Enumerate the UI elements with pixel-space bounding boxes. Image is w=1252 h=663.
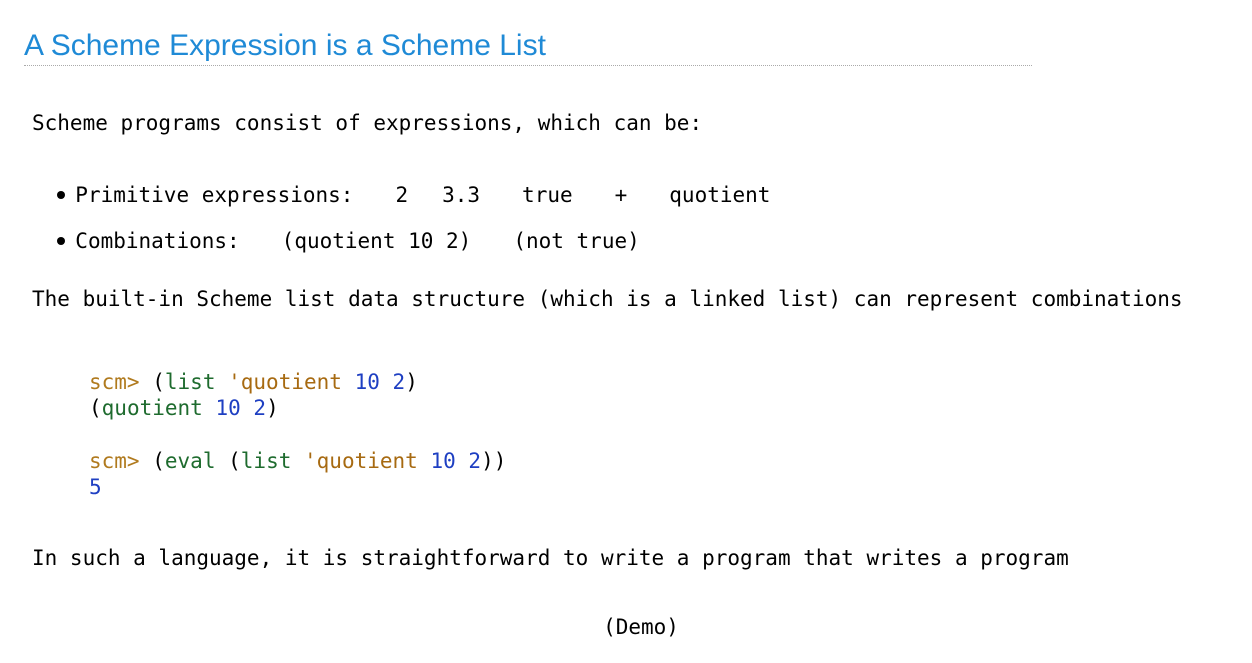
code-number: 10 [354,370,380,394]
code-builtin: list [164,370,216,394]
code-paren: ( [152,449,165,473]
example-token: (not true) [513,229,640,253]
code-builtin: list [240,449,292,473]
example-token: (quotient 10 2) [281,229,472,253]
code-output-1: (quotient 10 2) [89,395,279,421]
closing-text: In such a language, it is straightforwar… [32,546,1069,570]
code-paren: ) [266,396,279,420]
code-number: 10 [430,449,456,473]
bullet-combinations: Combinations: (quotient 10 2) (not true) [32,202,640,254]
code-number: 2 [253,396,267,420]
demo-label: (Demo) [603,615,679,639]
code-paren: ( [228,449,241,473]
code-paren: ) [405,370,418,394]
repl-prompt: scm> [89,370,140,394]
code-number: 2 [392,370,406,394]
slide-title: A Scheme Expression is a Scheme List [24,29,546,62]
code-symbol: quotient [101,396,203,420]
bullet-dot-icon [57,191,66,199]
code-output-2: 5 [89,475,102,499]
code-builtin: eval [164,449,216,473]
code-paren: )) [481,449,507,473]
code-line-1: scm> (list 'quotient 10 2) [89,369,418,395]
bullet-label: Combinations: [75,229,240,253]
intro-text: Scheme programs consist of expressions, … [32,111,703,135]
title-underline [24,65,1032,66]
code-quoted-symbol: 'quotient [304,449,418,473]
code-line-2: scm> (eval (list 'quotient 10 2)) [89,448,506,474]
bullet-dot-icon [57,237,66,245]
bullet-primitive-expressions: Primitive expressions: 2 3.3 true + quotient [32,156,770,208]
code-number: 2 [468,449,482,473]
builtin-list-text: The built-in Scheme list data structure … [32,287,1183,311]
example-token: quotient [669,183,771,207]
repl-prompt: scm> [89,449,140,473]
code-number: 10 [215,396,241,420]
code-quoted-symbol: 'quotient [228,370,342,394]
code-paren: ( [89,396,102,420]
code-paren: ( [152,370,165,394]
